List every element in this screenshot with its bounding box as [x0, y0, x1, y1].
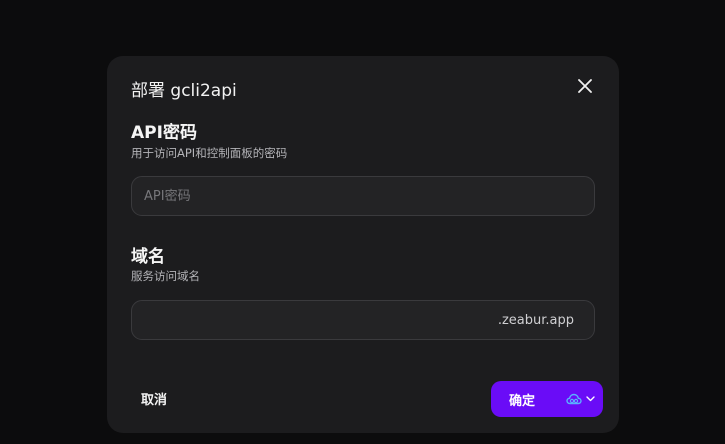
confirm-button-group: 确定 [491, 381, 603, 417]
confirm-button[interactable]: 确定 [491, 381, 557, 417]
domain-description: 服务访问域名 [131, 269, 200, 283]
region-select-button[interactable] [557, 381, 603, 417]
domain-label: 域名 [131, 247, 165, 267]
close-button[interactable] [573, 74, 597, 98]
deploy-dialog: 部署 gcli2api API密码 用于访问API和控制面板的密码 域名 服务访… [107, 56, 619, 433]
api-password-field-wrapper [131, 176, 595, 216]
close-icon [578, 79, 592, 93]
api-password-label: API密码 [131, 123, 197, 143]
api-password-description: 用于访问API和控制面板的密码 [131, 146, 288, 160]
domain-field-wrapper: .zeabur.app [131, 300, 595, 340]
cloud-icon [565, 393, 582, 405]
api-password-input[interactable] [132, 177, 594, 215]
cancel-button[interactable]: 取消 [129, 384, 179, 412]
domain-suffix: .zeabur.app [497, 312, 574, 328]
dialog-title: 部署 gcli2api [131, 81, 237, 101]
chevron-down-icon [585, 396, 595, 402]
